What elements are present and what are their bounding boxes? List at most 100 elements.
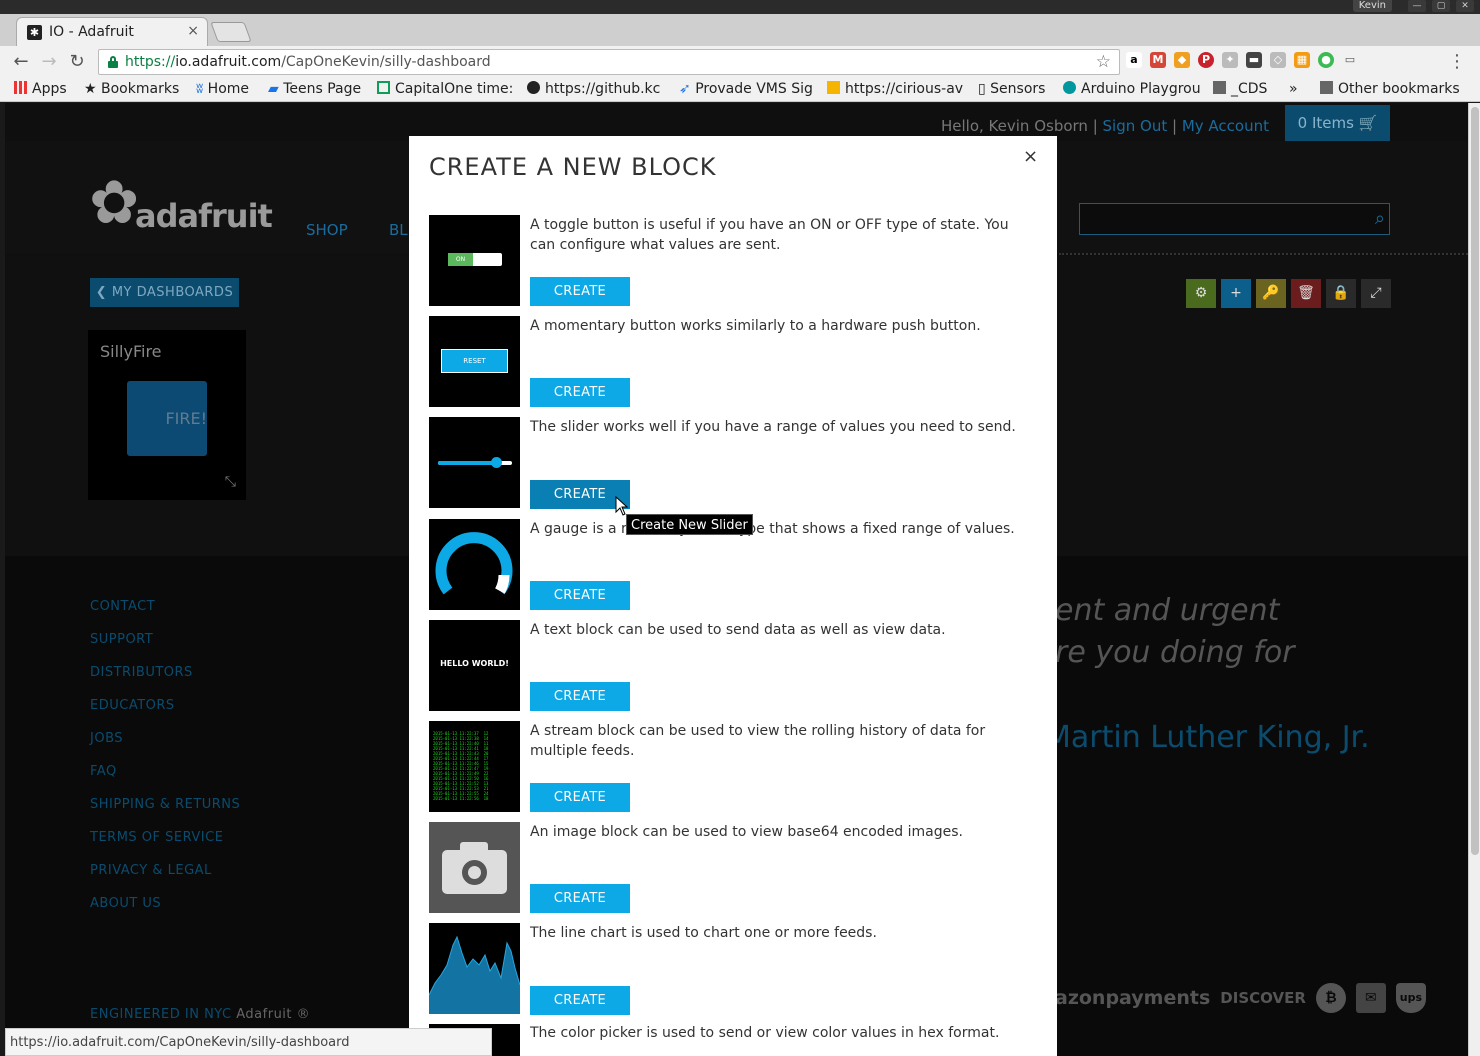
footer-link-contact[interactable]: CONTACT: [90, 599, 155, 614]
trash-icon[interactable]: 🗑: [1291, 279, 1321, 308]
evernote-extension-icon[interactable]: ●: [1318, 52, 1334, 68]
quote-line-2: re you doing for: [1055, 635, 1295, 670]
window-controls: — ▢ ✕: [1408, 0, 1474, 12]
sign-out-link[interactable]: Sign Out: [1103, 117, 1168, 135]
option-description: A gauge is a read-only block type that s…: [530, 521, 1015, 537]
adafruit-logo[interactable]: ✿ adafruit: [89, 168, 273, 238]
option-description: An image block can be used to view base6…: [530, 824, 963, 840]
bookmark-apps[interactable]: Apps: [14, 81, 67, 97]
create-text-button[interactable]: CREATE: [530, 682, 630, 711]
address-bar[interactable]: https://io.adafruit.com/CapOneKevin/sill…: [98, 49, 1120, 75]
create-stream-button[interactable]: CREATE: [530, 783, 630, 812]
bookmark-provade[interactable]: ➶ Provade VMS Sig: [679, 81, 813, 97]
dropbox-extension-icon[interactable]: ◇: [1270, 52, 1286, 68]
bookmark-github[interactable]: https://github.kc: [527, 81, 660, 97]
home-icon: ʬ: [196, 81, 208, 97]
bookmark-other[interactable]: Other bookmarks: [1320, 81, 1460, 97]
amazon-payments-logo: azonpayments: [1055, 987, 1211, 1009]
create-image-button[interactable]: CREATE: [530, 884, 630, 913]
modal-close-icon[interactable]: ×: [1023, 146, 1038, 167]
amazon-extension-icon[interactable]: a: [1126, 52, 1142, 68]
block-option-line-chart: The line chart is used to chart one or m…: [429, 923, 1029, 1015]
status-bar-url: https://io.adafruit.com/CapOneKevin/sill…: [5, 1028, 492, 1056]
basket-extension-icon[interactable]: ◆: [1174, 52, 1190, 68]
page-scrollbar[interactable]: [1468, 103, 1480, 1056]
bookmark-home[interactable]: ʬ Home: [196, 81, 249, 97]
browser-menu-icon[interactable]: ⋮: [1448, 51, 1466, 72]
cart-button[interactable]: 0 Items 🛒: [1285, 105, 1390, 141]
back-icon[interactable]: ←: [10, 51, 32, 73]
create-momentary-button[interactable]: CREATE: [530, 378, 630, 407]
close-window-button[interactable]: ✕: [1456, 0, 1474, 12]
footer-link-about[interactable]: ABOUT US: [90, 896, 161, 911]
footer-link-distributors[interactable]: DISTRIBUTORS: [90, 665, 193, 680]
my-account-link[interactable]: My Account: [1182, 117, 1269, 135]
footer-link-terms[interactable]: TERMS OF SERVICE: [90, 830, 223, 845]
logo-wordmark: adafruit: [135, 197, 273, 235]
account-bar: Hello, Kevin Osborn | Sign Out | My Acco…: [941, 117, 1269, 135]
adafruit-flower-icon: ✿: [89, 168, 140, 238]
create-toggle-button[interactable]: CREATE: [530, 277, 630, 306]
os-user-label: Kevin: [1352, 0, 1392, 12]
box-icon: [827, 81, 840, 94]
nav-shop[interactable]: SHOP: [306, 221, 348, 239]
forward-icon[interactable]: →: [38, 51, 60, 73]
footer-link-jobs[interactable]: JOBS: [90, 731, 123, 746]
cast-icon[interactable]: ▭: [1342, 52, 1358, 68]
bookmarks-overflow-icon[interactable]: »: [1289, 81, 1298, 97]
tab-close-icon[interactable]: ×: [187, 23, 199, 39]
bookmark-bookmarks[interactable]: ★ Bookmarks: [84, 81, 179, 97]
site-search-input[interactable]: ⌕: [1079, 203, 1390, 235]
color-picker-description: The color picker is used to send or view…: [530, 1025, 1000, 1041]
maximize-button[interactable]: ▢: [1432, 0, 1450, 12]
orange-extension-icon[interactable]: ▦: [1294, 52, 1310, 68]
footer-link-faq[interactable]: FAQ: [90, 764, 117, 779]
key-icon[interactable]: 🔑: [1256, 279, 1286, 308]
gmail-extension-icon[interactable]: M: [1150, 52, 1166, 68]
settings-icon[interactable]: ⚙: [1186, 279, 1216, 308]
footer-link-privacy[interactable]: PRIVACY & LEGAL: [90, 863, 212, 878]
footer-link-shipping[interactable]: SHIPPING & RETURNS: [90, 797, 240, 812]
resize-icon[interactable]: ⤡: [225, 474, 236, 490]
ups-logo: ups: [1395, 983, 1426, 1013]
footer-link-support[interactable]: SUPPORT: [90, 632, 153, 647]
fullscreen-icon[interactable]: ⤢: [1361, 279, 1391, 308]
tab-io-adafruit[interactable]: ✱ IO - Adafruit ×: [16, 17, 208, 46]
create-gauge-button[interactable]: CREATE: [530, 581, 630, 610]
bookmark-cirious[interactable]: https://cirious-av: [827, 81, 963, 97]
create-line-chart-button[interactable]: CREATE: [530, 986, 630, 1015]
option-description: A momentary button works similarly to a …: [530, 318, 981, 334]
dashboard-block-sillyfire: SillyFire FIRE! ⤡: [88, 330, 246, 500]
fire-button[interactable]: FIRE!: [127, 381, 207, 456]
page-icon: ▯: [978, 81, 991, 97]
block-option-text: HELLO WORLD! A text block can be used to…: [429, 620, 1029, 712]
github-icon: [527, 81, 540, 94]
new-tab-button[interactable]: [210, 22, 252, 42]
pinterest-extension-icon[interactable]: P: [1198, 52, 1214, 68]
bookmark-star-icon[interactable]: ☆: [1096, 52, 1111, 72]
usps-logo-icon: ✉: [1355, 983, 1386, 1013]
block-option-toggle: ON A toggle button is useful if you have…: [429, 215, 1029, 307]
bookmark-arduino[interactable]: Arduino Playgrou: [1063, 81, 1201, 97]
footer-link-educators[interactable]: EDUCATORS: [90, 698, 175, 713]
puzzle-extension-icon[interactable]: ✦: [1222, 52, 1238, 68]
scrollbar-thumb[interactable]: [1471, 107, 1479, 855]
momentary-preview: RESET: [429, 316, 520, 407]
folder-icon: [1213, 81, 1226, 94]
add-block-icon[interactable]: +: [1221, 279, 1251, 308]
nav-blog[interactable]: BL: [389, 221, 408, 239]
my-dashboards-button[interactable]: ❮ MY DASHBOARDS: [90, 278, 239, 307]
screen-extension-icon[interactable]: ▬: [1246, 52, 1262, 68]
bookmark-cds[interactable]: _CDS: [1213, 81, 1267, 97]
reload-icon[interactable]: ↻: [66, 51, 88, 73]
tab-title: IO - Adafruit: [49, 24, 134, 40]
screen: Kevin — ▢ ✕ ✱ IO - Adafruit × ← → ↻ http…: [0, 0, 1480, 1056]
bookmark-capitalone[interactable]: CapitalOne time:: [377, 81, 513, 97]
bookmark-sensors[interactable]: ▯ Sensors: [978, 81, 1045, 97]
search-icon[interactable]: ⌕: [1375, 208, 1385, 229]
toggle-switch-graphic: ON: [448, 253, 502, 266]
option-description: A toggle button is useful if you have an…: [530, 217, 1009, 253]
minimize-button[interactable]: —: [1408, 0, 1426, 12]
bookmark-teens-page[interactable]: ▰ Teens Page: [268, 81, 361, 97]
lock-icon[interactable]: 🔒: [1326, 279, 1356, 308]
